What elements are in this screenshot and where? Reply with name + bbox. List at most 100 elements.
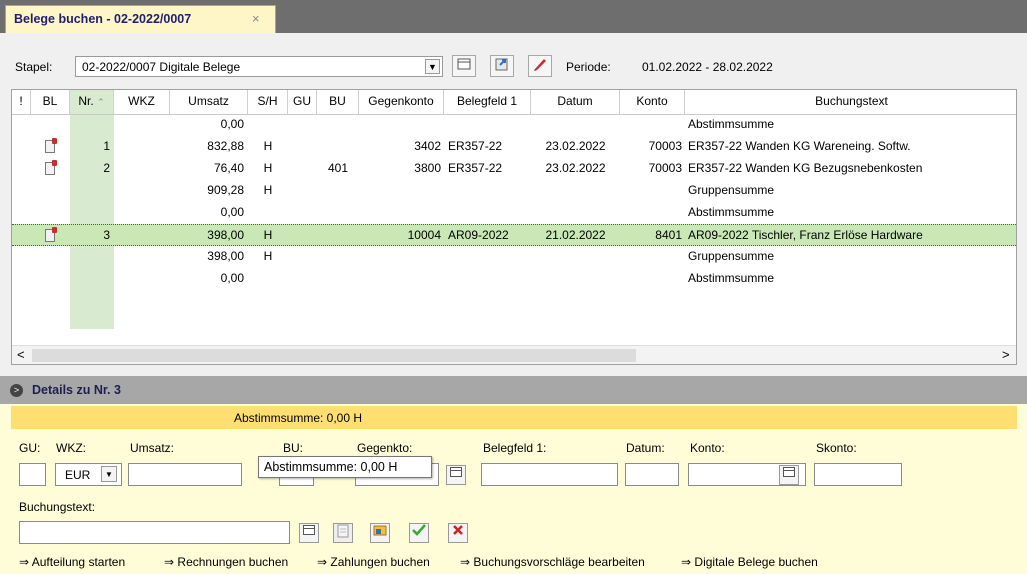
- stapel-select[interactable]: 02-2022/0007 Digitale Belege ▼: [75, 56, 443, 77]
- link-rechnungen[interactable]: ⇒ Rechnungen buchen: [164, 555, 288, 569]
- link-label: Buchungsvorschläge bearbeiten: [473, 555, 645, 569]
- table-row[interactable]: 0,00 Abstimmsumme: [12, 114, 1016, 136]
- table-row[interactable]: 0,00 Abstimmsumme: [12, 268, 1016, 290]
- reject-button[interactable]: [448, 523, 468, 543]
- col-header-datum[interactable]: Datum: [531, 90, 620, 114]
- table-row[interactable]: 1 832,88 H 3402 ER357-22 23.02.2022 70003 ER357…: [12, 136, 1016, 158]
- cell-datum: [531, 180, 620, 202]
- col-header-gu[interactable]: GU: [288, 90, 317, 114]
- gu-input[interactable]: [19, 463, 46, 486]
- belegfeld-input[interactable]: [481, 463, 618, 486]
- cell-sh: [248, 268, 288, 290]
- chevron-down-icon[interactable]: ▼: [425, 59, 440, 74]
- periode-value: 01.02.2022 - 28.02.2022: [642, 60, 773, 74]
- cell-umsatz: 0,00: [220, 271, 244, 285]
- skonto-input[interactable]: [814, 463, 902, 486]
- umsatz-input[interactable]: [128, 463, 242, 486]
- link-label: Digitale Belege buchen: [694, 555, 818, 569]
- cell-bu: 401: [327, 161, 349, 175]
- link-zahlungen[interactable]: ⇒ Zahlungen buchen: [317, 555, 430, 569]
- attach-button[interactable]: [370, 523, 390, 543]
- cell-belegfeld: [448, 114, 532, 136]
- cell-belegfeld: [448, 246, 532, 268]
- cell-nr: [70, 246, 110, 268]
- buchungstext-lookup-button[interactable]: [299, 523, 319, 543]
- cell-text: ER357-22 Wanden KG Bezugsnebenkosten: [688, 161, 923, 175]
- abstimmsumme-text: Abstimmsumme: 0,00 H: [234, 411, 363, 425]
- col-header-nr[interactable]: Nr. ⌃: [70, 90, 114, 114]
- document-icon[interactable]: [45, 227, 57, 242]
- details-title: Details zu Nr. 3: [32, 383, 121, 397]
- horizontal-scrollbar[interactable]: < >: [12, 345, 1016, 364]
- arrow-right-icon: ⇒: [460, 555, 471, 569]
- col-header-buchungstext[interactable]: Buchungstext: [685, 90, 1016, 114]
- cell-gegenkonto: [359, 180, 441, 202]
- sort-asc-icon: ⌃: [97, 97, 105, 107]
- konto-label: Konto:: [690, 441, 725, 455]
- table-row[interactable]: 2 76,40 H 401 3800 ER357-22 23.02.2022 70003 ER3…: [12, 158, 1016, 180]
- cell-konto: [620, 246, 682, 268]
- expand-icon[interactable]: >: [10, 384, 23, 397]
- cell-konto: 70003: [648, 139, 682, 153]
- stapel-label: Stapel:: [15, 60, 53, 74]
- link-aufteilung[interactable]: ⇒ Aufteilung starten: [19, 555, 125, 569]
- cell-nr: 3: [103, 228, 110, 242]
- cell-bu: [317, 136, 359, 158]
- cell-gegenkonto: [359, 246, 441, 268]
- buchungstext-input[interactable]: [19, 521, 290, 544]
- document-icon[interactable]: [45, 138, 57, 153]
- col-header-flag[interactable]: !: [12, 90, 31, 114]
- table-row[interactable]: 398,00 H Gruppensumme: [12, 246, 1016, 268]
- link-buchungsvorschlaege[interactable]: ⇒ Buchungsvorschläge bearbeiten: [460, 555, 645, 569]
- cell-nr: 1: [103, 139, 110, 153]
- details-panel: [0, 404, 1027, 574]
- cell-datum: 23.02.2022: [545, 161, 606, 175]
- gegenkto-label: Gegenkto:: [357, 441, 413, 455]
- document-icon[interactable]: [45, 160, 57, 175]
- tab-belege-buchen[interactable]: Belege buchen - 02-2022/0007 ×: [5, 5, 276, 33]
- col-header-sh[interactable]: S/H: [248, 90, 288, 114]
- cell-umsatz: 76,40: [213, 161, 244, 175]
- col-header-umsatz[interactable]: Umsatz: [170, 90, 248, 114]
- details-header[interactable]: [0, 376, 1027, 404]
- cell-konto: [620, 268, 682, 290]
- cell-sh: H: [263, 139, 273, 153]
- link-label: Rechnungen buchen: [177, 555, 289, 569]
- cell-belegfeld: [448, 180, 532, 202]
- booking-grid[interactable]: ! BL Nr. ⌃ WKZ Umsatz S/H GU BU Gegenkon…: [11, 89, 1017, 365]
- cell-gegenkonto: [359, 202, 441, 224]
- chevron-down-icon[interactable]: ▼: [101, 466, 117, 482]
- table-row[interactable]: 909,28 H Gruppensumme: [12, 180, 1016, 202]
- cell-bu: [317, 180, 359, 202]
- folder-icon: [373, 525, 387, 536]
- col-header-belegfeld[interactable]: Belegfeld 1: [444, 90, 531, 114]
- col-header-bl[interactable]: BL: [31, 90, 70, 114]
- col-header-gegenkonto[interactable]: Gegenkonto: [359, 90, 444, 114]
- cell-nr: [70, 268, 110, 290]
- document-button[interactable]: [333, 523, 353, 543]
- link-digitale-belege[interactable]: ⇒ Digitale Belege buchen: [681, 555, 818, 569]
- scroll-right-icon[interactable]: >: [1002, 347, 1010, 362]
- table-row[interactable]: 0,00 Abstimmsumme: [12, 202, 1016, 224]
- cell-belegfeld: AR09-2022: [448, 228, 509, 242]
- datum-input[interactable]: [625, 463, 679, 486]
- scroll-thumb[interactable]: [32, 349, 636, 362]
- cell-konto: [620, 114, 682, 136]
- col-header-bu[interactable]: BU: [317, 90, 359, 114]
- scroll-left-icon[interactable]: <: [17, 347, 25, 362]
- accept-button[interactable]: [409, 523, 429, 543]
- export-button[interactable]: [490, 55, 514, 77]
- edit-button[interactable]: [528, 55, 552, 77]
- cell-text: Abstimmsumme: [688, 271, 775, 285]
- cell-nr: [70, 202, 110, 224]
- konto-lookup-button[interactable]: [779, 465, 799, 485]
- col-header-konto[interactable]: Konto: [620, 90, 685, 114]
- window-icon-button[interactable]: [452, 55, 476, 77]
- table-row-selected[interactable]: 3 398,00 H 10004 AR09-2022 21.02.2022 8401 AR09…: [12, 224, 1016, 246]
- close-icon[interactable]: ×: [252, 11, 260, 26]
- col-header-wkz[interactable]: WKZ: [114, 90, 170, 114]
- wkz-select[interactable]: EUR ▼: [55, 463, 122, 486]
- cell-belegfeld: ER357-22: [448, 161, 503, 175]
- umsatz-label: Umsatz:: [130, 441, 175, 455]
- gegenkto-lookup-button[interactable]: [446, 465, 466, 485]
